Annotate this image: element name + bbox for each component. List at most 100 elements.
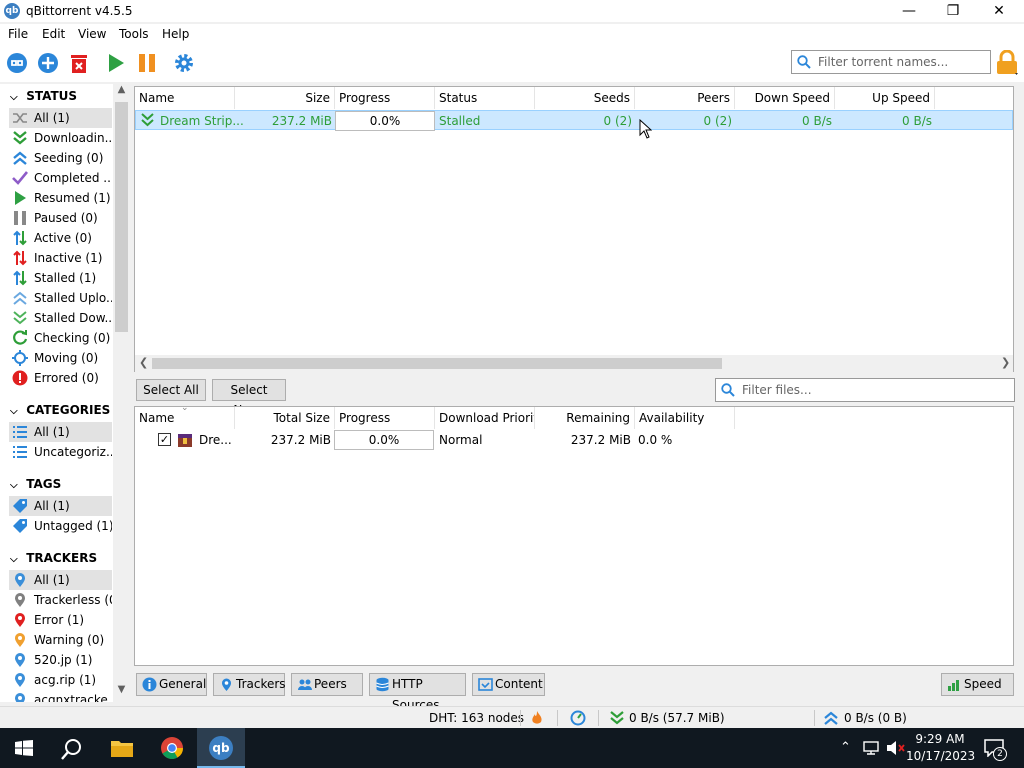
column-header-download-priority[interactable]: Download Priority [435,407,535,429]
firewall-flame-icon[interactable] [530,710,544,726]
column-header-availability[interactable]: Availability [635,407,735,429]
column-header-total-size[interactable]: Total Size [235,407,335,429]
column-header-remaining[interactable]: Remaining [535,407,635,429]
scroll-down-arrow-icon[interactable]: ▼ [113,684,130,701]
column-header-name[interactable]: Name [135,87,235,109]
sidebar-status-stalled-downloading[interactable]: Stalled Dow... [9,308,112,328]
sidebar-category-all[interactable]: All (1) [9,422,112,442]
menu-view[interactable]: View [78,27,106,41]
sidebar-status-stalled-uploading[interactable]: Stalled Uplo... [9,288,112,308]
upload-speed-status[interactable]: 0 B/s (0 B) [844,711,907,725]
file-checkbox[interactable]: ✓ [158,433,171,446]
column-header-down-speed[interactable]: Down Speed [735,87,835,109]
filter-torrent-input[interactable]: Filter torrent names... [791,50,991,74]
lock-icon[interactable] [995,50,1019,76]
torrent-row[interactable]: Dream Strip... 237.2 MiB 0.0% Stalled 0 … [135,110,1013,131]
sidebar-status-checking[interactable]: Checking (0) [9,328,112,348]
speed-button[interactable]: Speed [941,673,1014,696]
tab-label: Content [495,677,543,691]
sidebar-status-resumed[interactable]: Resumed (1) [9,188,112,208]
windows-taskbar: qb ⌃ 9:29 AM 10/17/2023 2 [0,728,1024,768]
start-button[interactable] [0,728,48,768]
torrent-list-hscrollbar[interactable]: ❮ ❯ [135,355,1013,372]
sidebar-status-inactive[interactable]: Inactive (1) [9,248,112,268]
sidebar-tracker-warning[interactable]: Warning (0) [9,630,112,650]
column-header-size[interactable]: Size [235,87,335,109]
sidebar-status-completed[interactable]: Completed ... [9,168,112,188]
download-speed-status[interactable]: 0 B/s (57.7 MiB) [629,711,725,725]
column-header-seeds[interactable]: Seeds [535,87,635,109]
network-icon[interactable] [862,740,880,756]
taskbar-chrome[interactable] [148,728,196,768]
tray-chevron-up-icon[interactable]: ⌃ [840,740,851,755]
sidebar-scrollbar[interactable]: ▲ ▼ [113,84,130,702]
menu-help[interactable]: Help [162,27,189,41]
window-title: qBittorrent v4.5.5 [26,4,133,18]
add-link-icon[interactable] [6,52,28,74]
tab-http-sources[interactable]: HTTP Sources [369,673,466,712]
column-header-up-speed[interactable]: Up Speed [835,87,935,109]
column-header-progress[interactable]: Progress [335,407,435,429]
trackers-header[interactable]: ⌵ TRACKERS [10,551,97,565]
menu-file[interactable]: File [8,27,28,41]
menu-edit[interactable]: Edit [42,27,65,41]
filter-files-placeholder: Filter files... [742,383,812,397]
file-priority[interactable]: Normal [439,433,482,447]
speed-limit-gauge-icon[interactable] [570,710,586,726]
scroll-up-arrow-icon[interactable]: ▲ [113,84,130,101]
minimize-button[interactable]: — [886,0,932,22]
file-row[interactable]: ✓ Dre... 237.2 MiB 0.0% Normal 237.2 MiB… [135,430,1013,450]
sidebar-tracker-acgnx[interactable]: acgnxtracke... [9,690,112,702]
sidebar-status-active[interactable]: Active (0) [9,228,112,248]
filter-files-input[interactable]: Filter files... [715,378,1015,402]
sidebar-status-errored[interactable]: Errored (0) [9,368,112,388]
sidebar-category-uncategorized[interactable]: Uncategoriz... [9,442,112,462]
select-none-button[interactable]: Select None [212,379,286,417]
collapse-chevron-icon: ⌵ [10,554,18,565]
file-progress-text: 0.0% [368,433,400,447]
title-bar: qb qBittorrent v4.5.5 — ❐ ✕ [0,0,1024,22]
system-clock[interactable]: 9:29 AM 10/17/2023 [906,731,976,765]
tab-peers[interactable]: Peers [291,673,363,696]
sidebar-tag-untagged[interactable]: Untagged (1) [9,516,112,536]
categories-header[interactable]: ⌵ CATEGORIES [10,403,110,417]
resume-icon[interactable] [105,52,127,74]
column-header-status[interactable]: Status [435,87,535,109]
sidebar-tracker-520jp[interactable]: 520.jp (1) [9,650,112,670]
menu-tools[interactable]: Tools [119,27,149,41]
sidebar-status-all[interactable]: All (1) [9,108,112,128]
column-header-peers[interactable]: Peers [635,87,735,109]
delete-icon[interactable] [68,52,90,74]
tab-content[interactable]: Content [472,673,545,696]
tags-header[interactable]: ⌵ TAGS [10,477,61,491]
sidebar-status-stalled[interactable]: Stalled (1) [9,268,112,288]
volume-muted-icon[interactable] [886,740,906,756]
scrollbar-thumb[interactable] [115,102,128,332]
sidebar-tracker-acgrip[interactable]: acg.rip (1) [9,670,112,690]
taskbar-qbittorrent[interactable]: qb [197,728,245,768]
clock-date: 10/17/2023 [906,749,976,763]
sidebar-tracker-all[interactable]: All (1) [9,570,112,590]
tab-trackers[interactable]: Trackers [213,673,286,696]
scroll-right-arrow-icon[interactable]: ❯ [1001,356,1010,369]
tab-general[interactable]: General [136,673,207,696]
sidebar-status-moving[interactable]: Moving (0) [9,348,112,368]
taskbar-file-explorer[interactable] [98,728,146,768]
pause-icon[interactable] [136,52,158,74]
sidebar-tag-all[interactable]: All (1) [9,496,112,516]
close-button[interactable]: ✕ [976,0,1022,22]
column-header-progress[interactable]: Progress [335,87,435,109]
restore-button[interactable]: ❐ [930,0,976,22]
options-gear-icon[interactable] [173,52,195,74]
taskbar-search-button[interactable] [48,728,96,768]
sidebar-status-seeding[interactable]: Seeding (0) [9,148,112,168]
sidebar-status-downloading[interactable]: Downloadin... [9,128,112,148]
scroll-left-arrow-icon[interactable]: ❮ [139,356,148,369]
status-header[interactable]: ⌵ STATUS [10,89,77,103]
select-all-button[interactable]: Select All [136,379,206,401]
sidebar-status-paused[interactable]: Paused (0) [9,208,112,228]
add-torrent-icon[interactable] [37,52,59,74]
sidebar-tracker-error[interactable]: Error (1) [9,610,112,630]
sidebar-tracker-trackerless[interactable]: Trackerless (0) [9,590,112,610]
scrollbar-thumb[interactable] [152,358,722,369]
